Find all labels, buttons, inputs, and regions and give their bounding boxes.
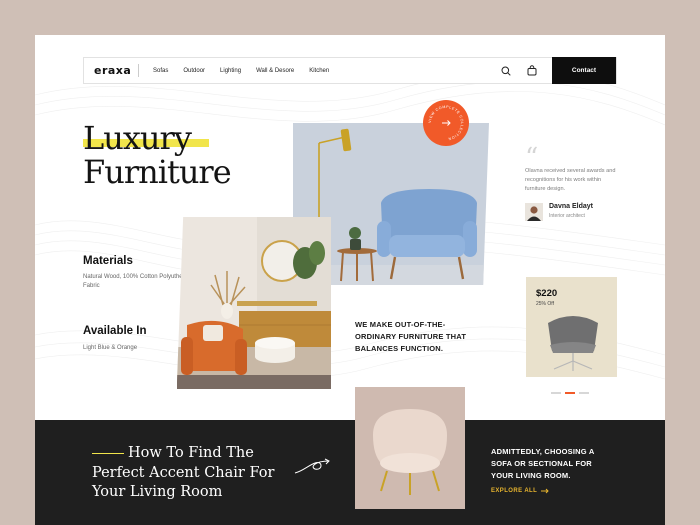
grey-chair-image: [548, 316, 598, 371]
author-role: Interior architect: [549, 213, 585, 219]
carousel-dot-active[interactable]: [565, 392, 575, 394]
explore-all-label: EXPLORE ALL: [491, 488, 538, 494]
product-card[interactable]: $220 25% Off: [526, 277, 617, 377]
bag-icon[interactable]: [526, 65, 538, 77]
nav-item-outdoor[interactable]: Outdoor: [183, 68, 205, 74]
nav-item-wall-desore[interactable]: Wall & Desore: [256, 68, 294, 74]
nav-item-lighting[interactable]: Lighting: [220, 68, 241, 74]
nav-menu: Sofas Outdoor Lighting Wall & Desore Kit…: [153, 68, 344, 74]
available-text: Light Blue & Orange: [83, 345, 138, 351]
author-name: Davna Eldayt: [549, 203, 593, 210]
accent-chair-photo: [355, 387, 465, 509]
materials-text: Natural Wood, 100% Cotton Polyutherine F…: [83, 274, 193, 289]
nav-item-kitchen[interactable]: Kitchen: [309, 68, 329, 74]
hero-title-line1: Luxury: [83, 119, 192, 157]
testimonial-text: Olavna received several awards and recog…: [525, 168, 616, 192]
top-navbar: eraxa Sofas Outdoor Lighting Wall & Deso…: [83, 57, 617, 84]
hero-title-line2: Furniture: [83, 153, 232, 191]
living-room-photo: [177, 217, 331, 389]
nav-actions: Contact: [500, 57, 616, 84]
explore-all-link[interactable]: EXPLORE ALL: [491, 488, 549, 494]
brand-logo[interactable]: eraxa: [94, 64, 138, 77]
search-icon[interactable]: [500, 65, 512, 77]
article-text: ADMITTEDLY, CHOOSING A SOFA OR SECTIONAL…: [491, 447, 595, 480]
brand-statement: WE MAKE OUT-OF-THE-ORDINARY FURNITURE TH…: [355, 320, 467, 353]
product-price: $220: [536, 288, 558, 299]
materials-title: Materials: [83, 255, 133, 267]
nav-item-sofas[interactable]: Sofas: [153, 68, 168, 74]
carousel-dot[interactable]: [551, 392, 561, 394]
available-title: Available In: [83, 325, 147, 337]
avatar: [525, 203, 543, 221]
arrow-right-icon: [541, 488, 549, 494]
hero-title: Luxury Furniture: [83, 119, 232, 191]
arrow-right-icon: [442, 120, 451, 126]
quote-icon: “: [525, 143, 539, 173]
contact-button[interactable]: Contact: [552, 57, 616, 84]
view-collection-badge[interactable]: VIEW COMPLETE COLLECTION: [423, 100, 469, 146]
carousel-dots: [551, 392, 589, 394]
article-title-text: How To Find The Perfect Accent Chair For…: [92, 445, 275, 500]
nav-divider: [138, 64, 139, 77]
product-discount: 25% Off: [536, 301, 554, 307]
carousel-dot[interactable]: [579, 392, 589, 394]
landing-page: eraxa Sofas Outdoor Lighting Wall & Deso…: [35, 35, 665, 525]
swirl-arrow-icon: [294, 458, 330, 474]
article-title: How To Find The Perfect Accent Chair For…: [92, 444, 292, 503]
